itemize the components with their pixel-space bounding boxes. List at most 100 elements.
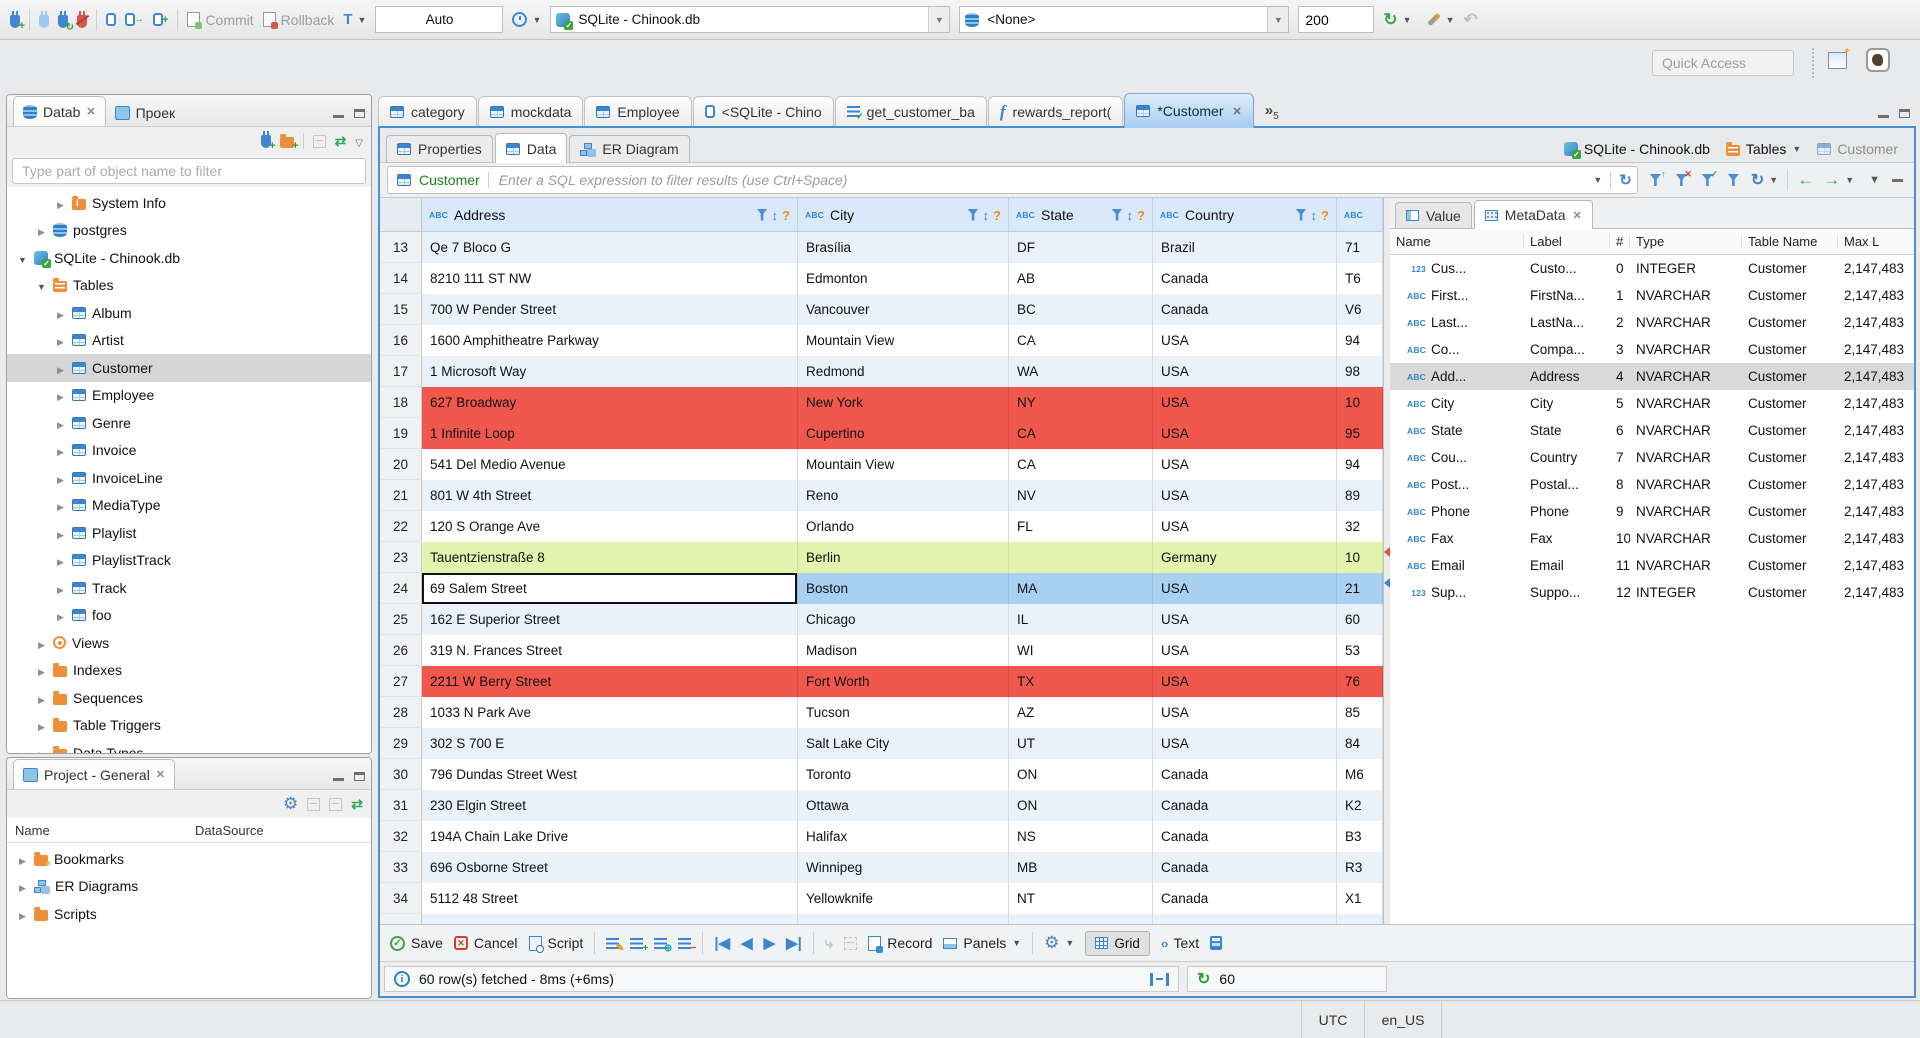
tree-arrow-icon[interactable] [36, 717, 47, 733]
row-number[interactable]: 16 [380, 325, 422, 356]
tree-item-data-types[interactable]: Data Types [7, 739, 371, 753]
project-item-er-diagrams[interactable]: ER Diagrams [7, 873, 371, 901]
cell-address[interactable]: 69 Salem Street [422, 573, 798, 604]
metadata-cell-label[interactable]: City [1524, 390, 1610, 417]
filter-icon[interactable] [1725, 174, 1742, 186]
panel-minimize-icon[interactable] [1892, 178, 1903, 182]
cell-city[interactable]: Boston [798, 573, 1009, 604]
cell-state[interactable]: ON [1009, 790, 1153, 821]
metadata-cell-name[interactable]: ABC Add... [1390, 363, 1524, 390]
cell-postal[interactable]: 94 [1337, 449, 1383, 480]
editor-tab[interactable]: mockdata [477, 96, 584, 126]
cell-state[interactable]: ON [1009, 759, 1153, 790]
tree-arrow-icon[interactable] [55, 552, 66, 568]
tree-item-mediatype[interactable]: MediaType [7, 492, 371, 520]
cell-address[interactable]: 162 E Superior Street [422, 604, 798, 635]
cancel-button[interactable]: Cancel [453, 935, 518, 951]
tree-item-sqlite-chinook-db[interactable]: SQLite - Chinook.db [7, 244, 371, 272]
cell-country[interactable]: USA [1153, 573, 1337, 604]
generate-sql-button[interactable]: ▼ [1426, 12, 1454, 27]
save-button[interactable]: Save [390, 935, 443, 951]
last-row-icon[interactable]: ▶| [786, 934, 802, 952]
commit-mode-combo[interactable]: Auto [375, 6, 504, 33]
filter-remove-icon[interactable]: ✕ [1673, 170, 1692, 186]
cell-city[interactable]: Chicago [798, 604, 1009, 635]
tree-arrow-icon[interactable] [55, 497, 66, 513]
cell-country[interactable]: Canada [1153, 821, 1337, 852]
cell-address[interactable]: 194A Chain Lake Drive [422, 821, 798, 852]
metadata-cell-table[interactable]: Customer [1742, 336, 1838, 363]
row-number[interactable]: 32 [380, 821, 422, 852]
close-icon[interactable]: ✕ [1572, 209, 1581, 222]
tree-arrow-icon[interactable] [55, 470, 66, 486]
tree-arrow-icon[interactable] [17, 250, 28, 266]
cell-postal[interactable]: 53 [1337, 635, 1383, 666]
filter-funnel-icon[interactable] [1295, 208, 1307, 221]
cell-state[interactable]: BC [1009, 294, 1153, 325]
editor-tab[interactable]: *Customer ✕ [1124, 93, 1254, 128]
cell-country[interactable]: Germany [1153, 542, 1337, 573]
metadata-cell-max[interactable]: 2,147,483 [1838, 525, 1914, 552]
metadata-cell-max[interactable]: 2,147,483 [1838, 363, 1914, 390]
cell-city[interactable]: Winnipeg [798, 852, 1009, 883]
cell-city[interactable]: Mountain View [798, 449, 1009, 480]
column-header-name[interactable]: Name [7, 823, 195, 838]
dbeaver-perspective-icon[interactable] [1866, 48, 1890, 72]
metadata-cell-label[interactable]: State [1524, 417, 1610, 444]
cell-address[interactable]: 319 N. Frances Street [422, 635, 798, 666]
cell-state[interactable]: AZ [1009, 697, 1153, 728]
row-number[interactable]: 30 [380, 759, 422, 790]
grid-mode-button[interactable]: Grid [1085, 930, 1150, 956]
close-icon[interactable]: ✕ [156, 768, 165, 781]
metadata-row[interactable]: ABC Phone Phone 9 NVARCHAR Customer 2,147,483 [1390, 498, 1914, 525]
cell-postal[interactable]: 94 [1337, 325, 1383, 356]
disconnect-button[interactable] [75, 10, 90, 28]
tab-value[interactable]: Value [1395, 202, 1472, 228]
cell-state[interactable]: CA [1009, 449, 1153, 480]
cell-address[interactable]: Tauentzienstraße 8 [422, 542, 798, 573]
column-header-country[interactable]: ABC Country [1153, 198, 1337, 231]
tab-overflow-indicator[interactable]: »5 [1265, 102, 1279, 122]
sql-editor-button[interactable] [106, 13, 116, 26]
metadata-row[interactable]: 123 Cus... Custo... 0 INTEGER Customer 2,147,4… [1390, 255, 1914, 282]
tree-arrow-icon[interactable] [55, 607, 66, 623]
metadata-row[interactable]: ABC Co... Compa... 3 NVARCHAR Customer 2,147,4… [1390, 336, 1914, 363]
cell-city[interactable]: Berlin [798, 542, 1009, 573]
locale-indicator[interactable]: en_US [1364, 1001, 1441, 1038]
metadata-column-header[interactable]: Table Name [1742, 234, 1838, 249]
breadcrumb-tables[interactable]: Tables ▼ [1725, 141, 1801, 157]
tree-item-genre[interactable]: Genre [7, 409, 371, 437]
sort-icon[interactable] [983, 207, 990, 223]
schema-combo[interactable]: <None> ▼ [959, 6, 1290, 33]
metadata-cell-max[interactable]: 2,147,483 [1838, 336, 1914, 363]
reconnect-button[interactable]: ↻ [58, 10, 74, 32]
metadata-cell-max[interactable]: 2,147,483 [1838, 282, 1914, 309]
metadata-row[interactable]: ABC Email Email 11 NVARCHAR Customer 2,147,483 [1390, 552, 1914, 579]
refresh-results-button[interactable]: ▼ [1751, 170, 1778, 190]
cell-address[interactable]: 8210 111 ST NW [422, 263, 798, 294]
link-with-editor-icon[interactable] [351, 796, 363, 813]
filter-funnel-icon[interactable] [756, 208, 768, 221]
cell-country[interactable]: Canada [1153, 883, 1337, 914]
cell-state[interactable]: FL [1009, 511, 1153, 542]
editor-tab[interactable]: get_customer_ba [834, 96, 987, 126]
metadata-cell-label[interactable]: Suppo... [1524, 579, 1610, 606]
minimize-icon[interactable] [1878, 115, 1889, 118]
collapse-icon[interactable] [307, 797, 321, 811]
cell-postal[interactable]: 10 [1337, 542, 1383, 573]
undo-button[interactable] [1463, 10, 1477, 30]
rollback-button[interactable]: Rollback [262, 12, 334, 29]
cell-city[interactable]: Ottawa [798, 790, 1009, 821]
row-number[interactable]: 14 [380, 263, 422, 294]
tree-arrow-icon[interactable] [17, 906, 28, 922]
cell-address[interactable]: 801 W 4th Street [422, 480, 798, 511]
cell-state[interactable]: CA [1009, 418, 1153, 449]
cell-country[interactable]: USA [1153, 356, 1337, 387]
tree-item-system-info[interactable]: System Info [7, 189, 371, 217]
metadata-cell-label[interactable]: FirstNa... [1524, 282, 1610, 309]
script-button[interactable]: Script [528, 935, 583, 953]
cell-postal[interactable]: R3 [1337, 852, 1383, 883]
cell-postal[interactable]: 84 [1337, 728, 1383, 759]
metadata-cell-label[interactable]: Address [1524, 363, 1610, 390]
row-number[interactable]: 29 [380, 728, 422, 759]
